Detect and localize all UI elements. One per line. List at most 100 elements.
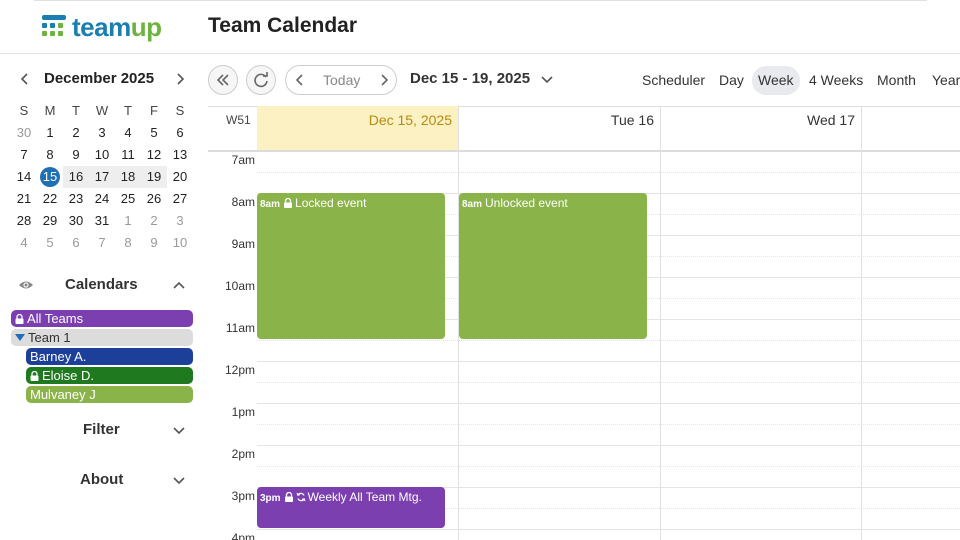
calendar-item-all-teams[interactable]: All Teams (11, 310, 193, 327)
view-tab-day[interactable]: Day (713, 66, 750, 95)
mini-cal-day[interactable]: 30 (11, 122, 37, 144)
event-locked[interactable]: 8am Locked event (257, 193, 445, 339)
today-button[interactable]: Today (323, 72, 360, 88)
calendar-item-label: Team 1 (28, 330, 71, 345)
calendar-item-barney[interactable]: Barney A. (26, 348, 193, 365)
hour-line (257, 403, 960, 404)
mini-cal-day[interactable]: 7 (89, 232, 115, 254)
mini-cal-day[interactable]: 13 (167, 144, 193, 166)
mini-cal-day[interactable]: 30 (63, 210, 89, 232)
hour-line (257, 445, 960, 446)
mini-cal-day[interactable]: 31 (89, 210, 115, 232)
mini-cal-day[interactable]: 1 (37, 122, 63, 144)
day-header-today[interactable]: Dec 15, 2025 (257, 106, 458, 150)
mini-cal-day[interactable]: 27 (167, 188, 193, 210)
mini-cal-day[interactable]: 28 (11, 210, 37, 232)
mini-cal-day[interactable]: 20 (167, 166, 193, 188)
mini-cal-day[interactable]: 19 (141, 166, 167, 188)
mini-cal-day[interactable]: 7 (11, 144, 37, 166)
event-time: 3pm (260, 493, 281, 504)
mini-cal-day[interactable]: 29 (37, 210, 63, 232)
mini-cal-day[interactable]: 6 (63, 232, 89, 254)
view-tab-year[interactable]: Year (926, 66, 960, 95)
mini-cal-day[interactable]: 9 (63, 144, 89, 166)
mini-cal-day[interactable]: 2 (141, 210, 167, 232)
chevron-down-icon[interactable] (172, 474, 186, 488)
mini-cal-day[interactable]: 3 (167, 210, 193, 232)
event-weekly-all-team[interactable]: 3pm Weekly All Team Mtg. (257, 487, 445, 528)
today-marker: 15 (40, 167, 60, 187)
calendars-section-header[interactable]: Calendars (0, 274, 208, 296)
top-border-line (34, 0, 927, 1)
mini-cal-day[interactable]: 1 (115, 210, 141, 232)
mini-cal-month-label[interactable]: December 2025 (44, 70, 154, 87)
weekday-label: M (44, 103, 56, 118)
mini-cal-day[interactable]: 22 (37, 188, 63, 210)
caret-down-icon[interactable] (15, 334, 25, 342)
mini-cal-weekday-row: S M T W T F S (11, 100, 193, 122)
eye-icon[interactable] (18, 278, 34, 292)
filter-section-header[interactable]: Filter (0, 419, 208, 441)
mini-cal-day[interactable]: 25 (115, 188, 141, 210)
mini-cal-next-button[interactable] (172, 70, 188, 88)
mini-cal-day[interactable]: 6 (167, 122, 193, 144)
mini-cal-day[interactable]: 23 (63, 188, 89, 210)
weekday-label: T (72, 103, 80, 118)
mini-cal-day[interactable]: 16 (63, 166, 89, 188)
time-label: 2pm (231, 447, 255, 461)
mini-cal-day[interactable]: 2 (63, 122, 89, 144)
calendar-folder-team-1[interactable]: Team 1 (11, 329, 193, 346)
calendar-toolbar: Today Dec 15 - 19, 2025 Scheduler Day We… (208, 54, 960, 106)
day-header[interactable]: Tue 16 (459, 106, 660, 150)
refresh-button[interactable] (246, 65, 276, 95)
mini-cal-week: 28 29 30 31 1 2 3 (11, 210, 193, 232)
event-title: Unlocked event (485, 196, 568, 210)
mini-cal-day[interactable]: 11 (115, 144, 141, 166)
mini-cal-day[interactable]: 17 (89, 166, 115, 188)
day-header[interactable]: Wed 17 (661, 106, 861, 150)
week-grid: W51 Dec 15, 2025 Tue 16 Wed 17 7am 8am 9… (208, 106, 960, 540)
mini-cal-day[interactable]: 14 (11, 166, 37, 188)
teamup-logo[interactable]: teamup (42, 12, 162, 42)
mini-cal-day[interactable]: 18 (115, 166, 141, 188)
weekday-label: S (19, 103, 29, 118)
mini-cal-day[interactable]: 5 (141, 122, 167, 144)
chevron-up-icon[interactable] (172, 278, 186, 292)
hour-line (257, 361, 960, 362)
calendar-item-label: Mulvaney J (30, 387, 96, 402)
mini-cal-week: 4 5 6 7 8 9 10 (11, 232, 193, 254)
view-tab-scheduler[interactable]: Scheduler (636, 66, 711, 95)
date-range-label[interactable]: Dec 15 - 19, 2025 (410, 70, 530, 87)
prev-week-button[interactable] (292, 72, 308, 88)
mini-cal-day[interactable]: 5 (37, 232, 63, 254)
chevron-down-icon[interactable] (540, 73, 554, 87)
calendar-item-eloise[interactable]: Eloise D. (26, 367, 193, 384)
mini-cal-day[interactable]: 8 (115, 232, 141, 254)
mini-cal-day[interactable]: 10 (167, 232, 193, 254)
mini-cal-day[interactable]: 4 (11, 232, 37, 254)
mini-cal-day[interactable]: 12 (141, 144, 167, 166)
time-label: 9am (231, 237, 255, 251)
view-tab-4-weeks[interactable]: 4 Weeks (803, 66, 869, 95)
mini-cal-day[interactable]: 26 (141, 188, 167, 210)
view-tab-week[interactable]: Week (752, 66, 800, 95)
logo-text-team: team (72, 12, 131, 42)
about-section-header[interactable]: About (0, 469, 208, 491)
hour-line (257, 529, 960, 530)
weekday-label: W (95, 103, 109, 118)
mini-cal-day[interactable]: 21 (11, 188, 37, 210)
chevron-down-icon[interactable] (172, 424, 186, 438)
next-week-button[interactable] (376, 72, 392, 88)
mini-cal-prev-button[interactable] (17, 70, 33, 88)
mini-cal-day[interactable]: 9 (141, 232, 167, 254)
mini-cal-day[interactable]: 24 (89, 188, 115, 210)
mini-cal-day-today[interactable]: 15 (37, 166, 63, 188)
calendar-item-mulvaney[interactable]: Mulvaney J (26, 386, 193, 403)
mini-cal-day[interactable]: 10 (89, 144, 115, 166)
collapse-sidebar-button[interactable] (208, 65, 238, 95)
mini-cal-day[interactable]: 3 (89, 122, 115, 144)
view-tab-month[interactable]: Month (871, 66, 922, 95)
mini-cal-day[interactable]: 8 (37, 144, 63, 166)
event-unlocked[interactable]: 8am Unlocked event (459, 193, 647, 339)
mini-cal-day[interactable]: 4 (115, 122, 141, 144)
